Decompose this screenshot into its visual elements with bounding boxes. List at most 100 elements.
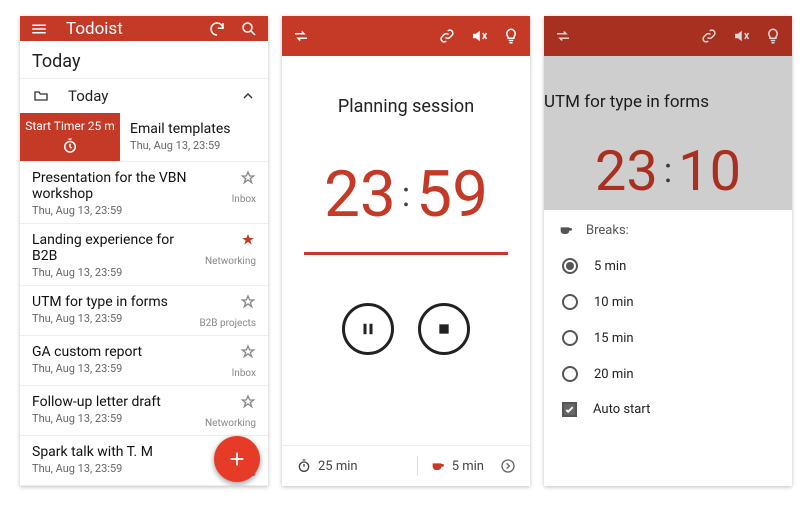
link-icon[interactable] — [700, 27, 718, 45]
task-left: Presentation for the VBN workshop Thu, Au… — [32, 170, 224, 217]
break-option-label: 20 min — [594, 367, 634, 382]
work-duration-segment[interactable]: 25 min — [296, 458, 358, 474]
timer-screen-running: Planning session 23 : 59 25 min 5 min — [282, 16, 530, 486]
pause-button[interactable] — [342, 303, 394, 355]
mute-icon[interactable] — [732, 27, 750, 45]
break-option-row[interactable]: 10 min — [558, 284, 778, 320]
auto-start-label: Auto start — [593, 402, 650, 417]
timer-screen-breaks: UTM for type in forms 23 : 10 Breaks: 5 … — [544, 16, 792, 486]
star-outline-icon[interactable] — [240, 394, 256, 414]
app-title: Todoist — [66, 19, 194, 39]
timer-seconds: 10 — [678, 138, 741, 204]
task-title: UTM for type in forms — [32, 294, 191, 310]
timer-minutes: 23 — [595, 138, 658, 204]
task-meta: Thu, Aug 13, 23:59 — [32, 266, 197, 279]
task-tag: Inbox — [232, 368, 256, 379]
task-tag: Inbox — [232, 194, 256, 205]
folder-label: Today — [68, 87, 108, 105]
timer-display: 23 : 10 — [544, 138, 792, 204]
task-row[interactable]: UTM for type in formsThu, Aug 13, 23:59 B… — [20, 286, 268, 336]
cup-icon — [430, 458, 446, 474]
break-options-list: 5 min 10 min 15 min 20 min — [558, 248, 778, 392]
add-task-fab[interactable] — [214, 436, 260, 482]
breaks-header-label: Breaks: — [586, 223, 629, 238]
break-duration-label: 5 min — [452, 459, 484, 474]
search-icon[interactable] — [240, 20, 258, 38]
appbar — [544, 16, 792, 56]
timer-controls — [282, 303, 530, 355]
stopwatch-icon — [61, 137, 79, 155]
task-row[interactable]: Landing experience for B2B Thu, Aug 13, 2… — [20, 224, 268, 286]
task-row[interactable]: Follow-up letter draft Thu, Aug 13, 23:59… — [20, 386, 268, 436]
star-outline-icon[interactable] — [240, 294, 256, 314]
break-option-row[interactable]: 20 min — [558, 356, 778, 392]
task-right: Networking — [205, 232, 256, 267]
link-icon[interactable] — [438, 27, 456, 45]
task-tag: Networking — [205, 256, 256, 267]
radio-icon[interactable] — [562, 330, 578, 346]
task-list-screen: Todoist Today Today Start Timer 25 m Ema… — [20, 16, 268, 486]
radio-icon[interactable] — [562, 366, 578, 382]
task-meta: Thu, Aug 13, 23:59 — [32, 362, 224, 375]
section-heading: Today — [20, 41, 268, 78]
task-meta: Thu, Aug 13, 23:59 — [130, 139, 258, 152]
timer-colon: : — [402, 175, 410, 215]
radio-checked-icon[interactable] — [562, 258, 578, 274]
task-tag: Networking — [205, 418, 256, 429]
breaks-header: Breaks: — [558, 216, 778, 248]
cup-icon — [558, 222, 574, 238]
task-tag: B2B projects — [199, 318, 256, 329]
star-outline-icon[interactable] — [240, 170, 256, 190]
breaks-panel: Breaks: 5 min 10 min 15 min 20 min Auto sta… — [544, 210, 792, 486]
swap-icon[interactable] — [554, 27, 572, 45]
break-duration-segment[interactable]: 5 min — [430, 458, 484, 474]
work-duration-label: 25 min — [318, 459, 358, 474]
chevron-right-circle-icon[interactable] — [500, 458, 516, 474]
menu-icon[interactable] — [30, 20, 48, 38]
star-filled-icon[interactable] — [240, 232, 256, 252]
task-title: Email templates — [130, 121, 258, 137]
task-right: B2B projects — [199, 294, 256, 329]
task-title: Presentation for the VBN workshop — [32, 170, 224, 202]
task-right: Inbox — [232, 344, 256, 379]
task-title: Spark talk with T. M — [32, 444, 230, 460]
timer-display: 23 : 59 — [282, 157, 530, 232]
task-left: GA custom report Thu, Aug 13, 23:59 — [32, 344, 224, 375]
auto-start-row[interactable]: Auto start — [558, 392, 778, 427]
swap-icon[interactable] — [292, 27, 310, 45]
timer-colon: : — [664, 151, 672, 191]
task-title: GA custom report — [32, 344, 224, 360]
mute-icon[interactable] — [470, 27, 488, 45]
start-timer-badge[interactable]: Start Timer 25 m — [20, 113, 120, 161]
timer-minutes: 23 — [324, 157, 396, 232]
task-meta: Thu, Aug 13, 23:59 — [32, 412, 197, 425]
task-title: Landing experience for B2B — [32, 232, 197, 264]
break-option-row[interactable]: 15 min — [558, 320, 778, 356]
task-row[interactable]: GA custom report Thu, Aug 13, 23:59 Inbox — [20, 336, 268, 386]
timer-badge-label: Start Timer 25 m — [25, 119, 115, 133]
appbar: Todoist — [20, 16, 268, 41]
star-outline-icon[interactable] — [240, 344, 256, 364]
task-title: Follow-up letter draft — [32, 394, 197, 410]
checkbox-checked-icon[interactable] — [562, 402, 577, 417]
bulb-icon[interactable] — [764, 27, 782, 45]
bottom-bar: 25 min 5 min — [282, 445, 530, 486]
break-option-label: 10 min — [594, 295, 634, 310]
folder-row[interactable]: Today — [20, 78, 268, 113]
radio-icon[interactable] — [562, 294, 578, 310]
stop-button[interactable] — [418, 303, 470, 355]
featured-task-row[interactable]: Start Timer 25 m Email templates Thu, Au… — [20, 113, 268, 162]
task-row[interactable]: Presentation for the VBN workshop Thu, Au… — [20, 162, 268, 224]
task-left: Spark talk with T. MThu, Aug 13, 23:59 — [32, 444, 230, 475]
session-title: UTM for type in forms — [544, 92, 792, 112]
session-title: Planning session — [282, 96, 530, 117]
refresh-icon[interactable] — [208, 20, 226, 38]
task-left: UTM for type in formsThu, Aug 13, 23:59 — [32, 294, 191, 325]
bulb-icon[interactable] — [502, 27, 520, 45]
task-meta: Thu, Aug 13, 23:59 — [32, 204, 224, 217]
dimmed-top: UTM for type in forms 23 : 10 — [544, 16, 792, 210]
stopwatch-icon — [296, 458, 312, 474]
chevron-up-icon[interactable] — [240, 88, 256, 104]
break-option-row[interactable]: 5 min — [558, 248, 778, 284]
appbar — [282, 16, 530, 56]
